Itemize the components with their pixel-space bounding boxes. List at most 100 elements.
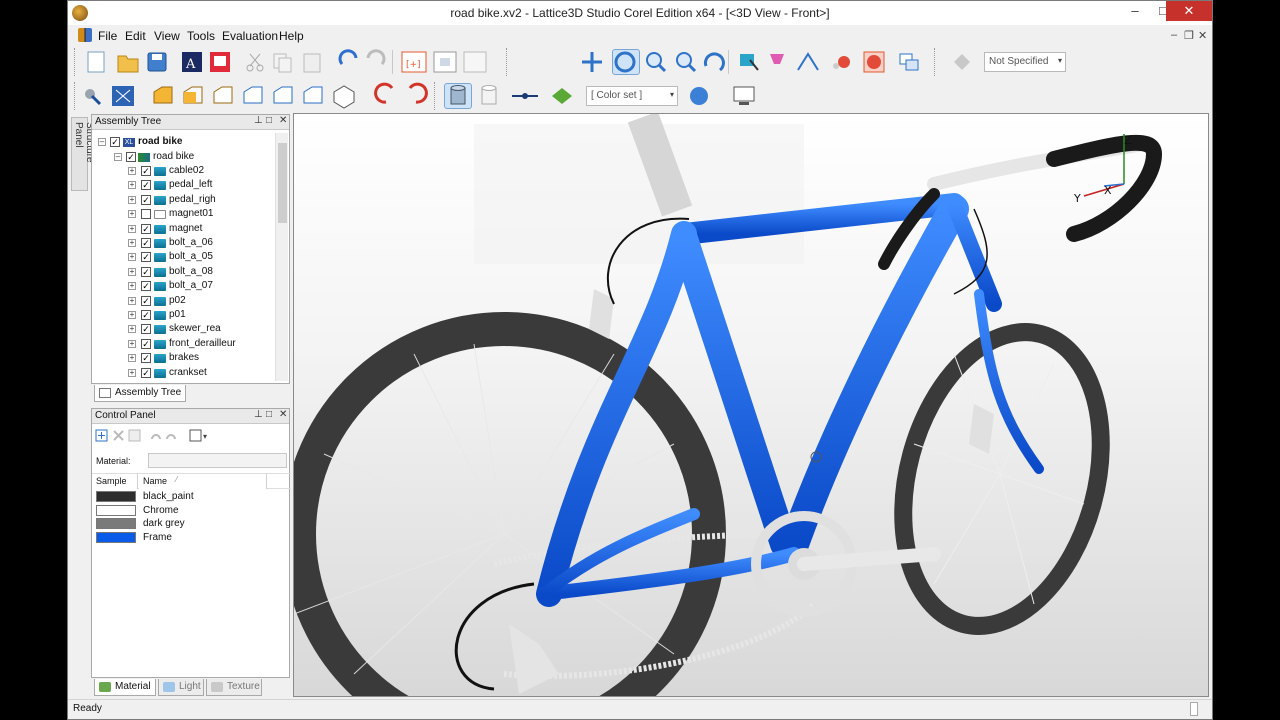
material-swatch [96,532,136,544]
column-name[interactable]: Name [139,474,267,489]
3d-viewport[interactable]: Z Y X [293,113,1209,697]
tree-checkbox[interactable]: ✓ [141,223,151,234]
axis-label-z: Z [1124,134,1132,147]
pin-icon[interactable]: ⊥ [254,115,263,126]
expand-icon[interactable]: + [128,210,136,219]
part-icon [154,368,166,378]
tree-item-label: cable02 [169,165,205,176]
collapse-icon[interactable]: – [98,138,106,146]
tree-checkbox[interactable]: ✓ [110,137,120,147]
material-row[interactable]: dark grey [96,518,286,530]
axis-label-x: X [1104,184,1112,197]
expand-icon[interactable]: + [128,339,136,348]
part-icon [154,267,166,277]
tree-checkbox[interactable]: ✓ [141,353,151,364]
bike-render[interactable]: Z Y X [294,114,1209,697]
material-row[interactable]: Frame [96,532,286,544]
menu-evaluation[interactable]: Evaluation [222,29,278,43]
expand-icon[interactable]: + [128,224,136,233]
light-tab[interactable]: Light [158,679,204,696]
right-letterbox [1213,0,1280,720]
part-icon [154,296,166,306]
status-text: Ready [73,703,102,714]
assembly-tree-header: Assembly Tree ⊥ □ ✕ [92,115,289,130]
expand-icon[interactable]: + [128,195,136,204]
mdi-close-button[interactable]: ✕ [1198,29,1207,42]
tree-checkbox[interactable]: ✓ [141,295,151,306]
menu-view[interactable]: View [154,29,180,43]
pin-icon[interactable]: ⊥ [254,409,263,420]
material-name-field[interactable] [148,453,287,468]
expand-icon[interactable]: + [128,181,136,190]
tree-scrollbar[interactable] [275,133,288,381]
tree-item-label: skewer_rea [169,323,221,335]
float-panel-icon[interactable]: □ [266,409,272,420]
part-icon [154,253,166,263]
tree-checkbox[interactable]: ✓ [141,166,151,176]
menu-edit[interactable]: Edit [125,29,146,43]
add-material-icon [95,429,108,442]
material-row[interactable]: Chrome [96,504,286,517]
mdi-restore-button[interactable]: ❐ [1184,29,1194,42]
tree-checkbox[interactable]: ✓ [141,338,151,349]
document-icon[interactable] [78,28,92,42]
tree-item-label: front_derailleur [169,337,236,349]
expand-icon[interactable]: + [128,311,136,319]
expand-icon[interactable]: + [128,239,136,247]
control-panel-title: Control Panel [95,410,156,421]
minimize-button[interactable]: – [1120,1,1150,21]
front-brake [969,404,994,454]
tree-scrollbar-thumb[interactable] [278,143,287,223]
svg-text:▾: ▾ [203,432,207,441]
menu-tools[interactable]: Tools [187,29,215,43]
column-sample[interactable]: Sample [92,474,138,489]
window-title: road bike.xv2 - Lattice3D Studio Corel E… [450,6,830,20]
menu-file[interactable]: File [98,29,117,43]
tree-checkbox[interactable]: ✓ [141,252,151,263]
tree-checkbox[interactable]: ✓ [141,324,151,335]
material-select[interactable]: Not Specified ▾ [984,52,1066,72]
tab-label: Light [179,681,201,692]
texture-tab[interactable]: Texture [206,679,262,696]
material-list: black_paint Chrome dark grey Frame [92,491,291,671]
tree-checkbox[interactable]: ✓ [141,266,151,277]
tree-checkbox[interactable]: ✓ [141,367,151,378]
expand-icon[interactable]: + [128,368,136,377]
status-indicator [1190,702,1198,716]
part-icon [154,224,166,234]
material-row[interactable]: black_paint [96,491,286,503]
tree-checkbox[interactable]: ✓ [141,238,151,248]
menu-help[interactable]: Help [279,29,304,43]
tree-item-label: magnet [169,222,203,234]
float-panel-icon[interactable]: □ [266,115,272,126]
tree-checkbox[interactable]: ✓ [141,281,151,292]
tree-checkbox[interactable]: ✓ [141,310,151,320]
assembly-root-icon: XL [123,138,135,147]
close-panel-icon[interactable]: ✕ [279,115,287,126]
material-select-value: Not Specified [989,56,1049,67]
mdi-minimize-button[interactable]: – [1171,29,1177,41]
expand-icon[interactable]: + [128,296,136,305]
expand-icon[interactable]: + [128,325,136,334]
expand-icon[interactable]: + [128,354,136,363]
expand-icon[interactable]: + [128,253,136,262]
collapse-icon[interactable]: – [114,153,122,161]
tree-item-label: magnet01 [169,208,214,220]
part-icon [154,339,166,349]
close-button[interactable]: ✕ [1166,1,1212,21]
tree-checkbox[interactable]: ✓ [126,152,136,162]
expand-icon[interactable]: + [128,267,136,276]
material-swatch [96,518,136,530]
assembly-tree-tab[interactable]: Assembly Tree [94,385,186,402]
structure-panel-tab[interactable]: Structure Panel [71,117,95,191]
close-panel-icon[interactable]: ✕ [279,409,287,420]
tree-item-label: pedal_righ [169,193,216,205]
axis-label-y: Y [1073,192,1081,205]
tree-checkbox[interactable]: ✓ [141,180,151,191]
expand-icon[interactable]: + [128,167,136,175]
expand-icon[interactable]: + [128,282,136,291]
material-tab[interactable]: Material [94,679,156,696]
tree-checkbox[interactable] [141,209,151,220]
material-name: Frame [143,532,172,544]
tree-checkbox[interactable]: ✓ [141,194,151,205]
